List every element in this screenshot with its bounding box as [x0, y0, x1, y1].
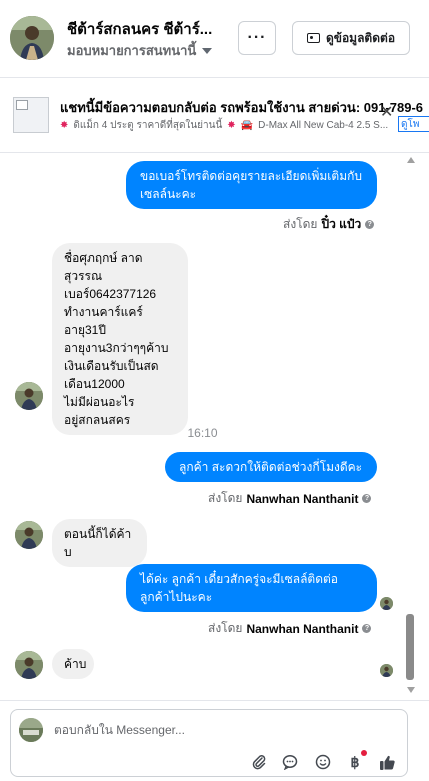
chat-scrollbar[interactable]	[405, 154, 415, 700]
sent-by-prefix: ส่งโดย	[208, 491, 243, 505]
more-options-button[interactable]: ···	[238, 21, 276, 55]
contact-avatar-small	[15, 382, 43, 410]
emoji-icon[interactable]	[314, 753, 332, 771]
seen-avatar-icon	[380, 597, 393, 610]
scroll-down-icon[interactable]	[407, 687, 415, 693]
sender-name: Nanwhan Nanthanit	[246, 621, 359, 636]
attachment-icon[interactable]	[250, 753, 268, 771]
message-thread[interactable]: ขอเบอร์โทรติดต่อคุยรายละเอียดเพิ่มเติมกั…	[0, 154, 429, 700]
ad-thumbnail-image[interactable]	[13, 97, 49, 133]
assign-label: มอบหมายการสนทนานี้	[67, 43, 197, 58]
ad-subtitle-text-2: D-Max All New Cab-4 2.5 S...	[258, 120, 389, 131]
view-post-link[interactable]: ดูโพ	[398, 116, 429, 132]
page-avatar	[19, 718, 43, 742]
ad-title: แชทนี้มีข้อความตอบกลับต่อ รถพร้อมใช้งาน …	[60, 100, 424, 115]
incoming-message[interactable]: ค้าบ	[52, 649, 94, 679]
close-icon[interactable]: ✕	[380, 102, 393, 122]
assign-conversation-dropdown[interactable]: มอบหมายการสนทนานี้	[67, 40, 213, 61]
message-composer: ฿	[10, 709, 408, 777]
info-icon[interactable]: ?	[365, 220, 375, 229]
sparkle-icon: ✸	[60, 120, 69, 131]
contact-avatar[interactable]	[10, 16, 54, 60]
sent-by-line: ส่งโดย Nanwhan Nanthanit ?	[208, 489, 372, 508]
notification-dot	[361, 750, 367, 756]
seen-avatar-icon	[380, 664, 393, 677]
sender-name: Nanwhan Nanthanit	[246, 491, 359, 506]
sender-name: ปิ๋ว แป๋ว	[321, 217, 362, 231]
baht-icon[interactable]: ฿	[346, 753, 364, 771]
scroll-up-icon[interactable]	[407, 157, 415, 163]
contact-card-icon	[306, 33, 320, 43]
sent-by-line: ส่งโดย ปิ๋ว แป๋ว ?	[283, 215, 375, 234]
reply-input[interactable]	[54, 723, 354, 737]
conversation-header: ชีต้าร์สกลนคร ชีต้าร์... มอบหมายการสนทนา…	[0, 0, 429, 78]
outgoing-message[interactable]: ได้ค่ะ ลูกค้า เดี๋ยวสักครู่จะมีเซลล์ติดต…	[126, 564, 377, 612]
timestamp-separator: 16:10	[187, 426, 218, 440]
caret-down-icon	[202, 47, 213, 54]
contact-name[interactable]: ชีต้าร์สกลนคร ชีต้าร์...	[67, 17, 227, 41]
outgoing-message[interactable]: ลูกค้า สะดวกให้ติดต่อช่วงกี่โมงดีคะ	[165, 452, 377, 482]
sparkle-icon: ✸	[227, 120, 236, 131]
car-icon: 🚘	[240, 120, 254, 131]
incoming-message[interactable]: ชื่อศุภฤกษ์ ลาดสุวรรณ เบอร์0642377126 ทำ…	[52, 243, 188, 435]
contact-avatar-small	[15, 521, 43, 549]
scrollbar-thumb[interactable]	[406, 614, 414, 680]
incoming-message[interactable]: ตอนนี้ก็ได้ค้าบ	[52, 519, 147, 567]
info-icon[interactable]: ?	[362, 624, 372, 633]
ad-context-banner: แชทนี้มีข้อความตอบกลับต่อ รถพร้อมใช้งาน …	[0, 79, 429, 153]
sent-by-prefix: ส่งโดย	[283, 217, 318, 231]
sent-by-line: ส่งโดย Nanwhan Nanthanit ?	[208, 619, 372, 638]
contact-avatar-small	[15, 651, 43, 679]
sent-by-prefix: ส่งโดย	[208, 621, 243, 635]
outgoing-message[interactable]: ขอเบอร์โทรติดต่อคุยรายละเอียดเพิ่มเติมกั…	[126, 161, 377, 209]
info-icon[interactable]: ?	[362, 494, 372, 503]
view-contact-button[interactable]: ดูข้อมูลติดต่อ	[292, 21, 410, 55]
ad-subtitle-text-1: ดิแม็ก 4 ประตู ราคาดีที่สุดในย่านนี้	[73, 120, 223, 131]
chat-bubble-icon[interactable]	[281, 753, 299, 771]
view-contact-label: ดูข้อมูลติดต่อ	[325, 30, 396, 45]
thumbs-up-icon[interactable]	[378, 753, 396, 771]
composer-divider	[0, 700, 429, 701]
ad-subtitle: ✸ ดิแม็ก 4 ประตู ราคาดีที่สุดในย่านนี้ ✸…	[60, 118, 388, 133]
